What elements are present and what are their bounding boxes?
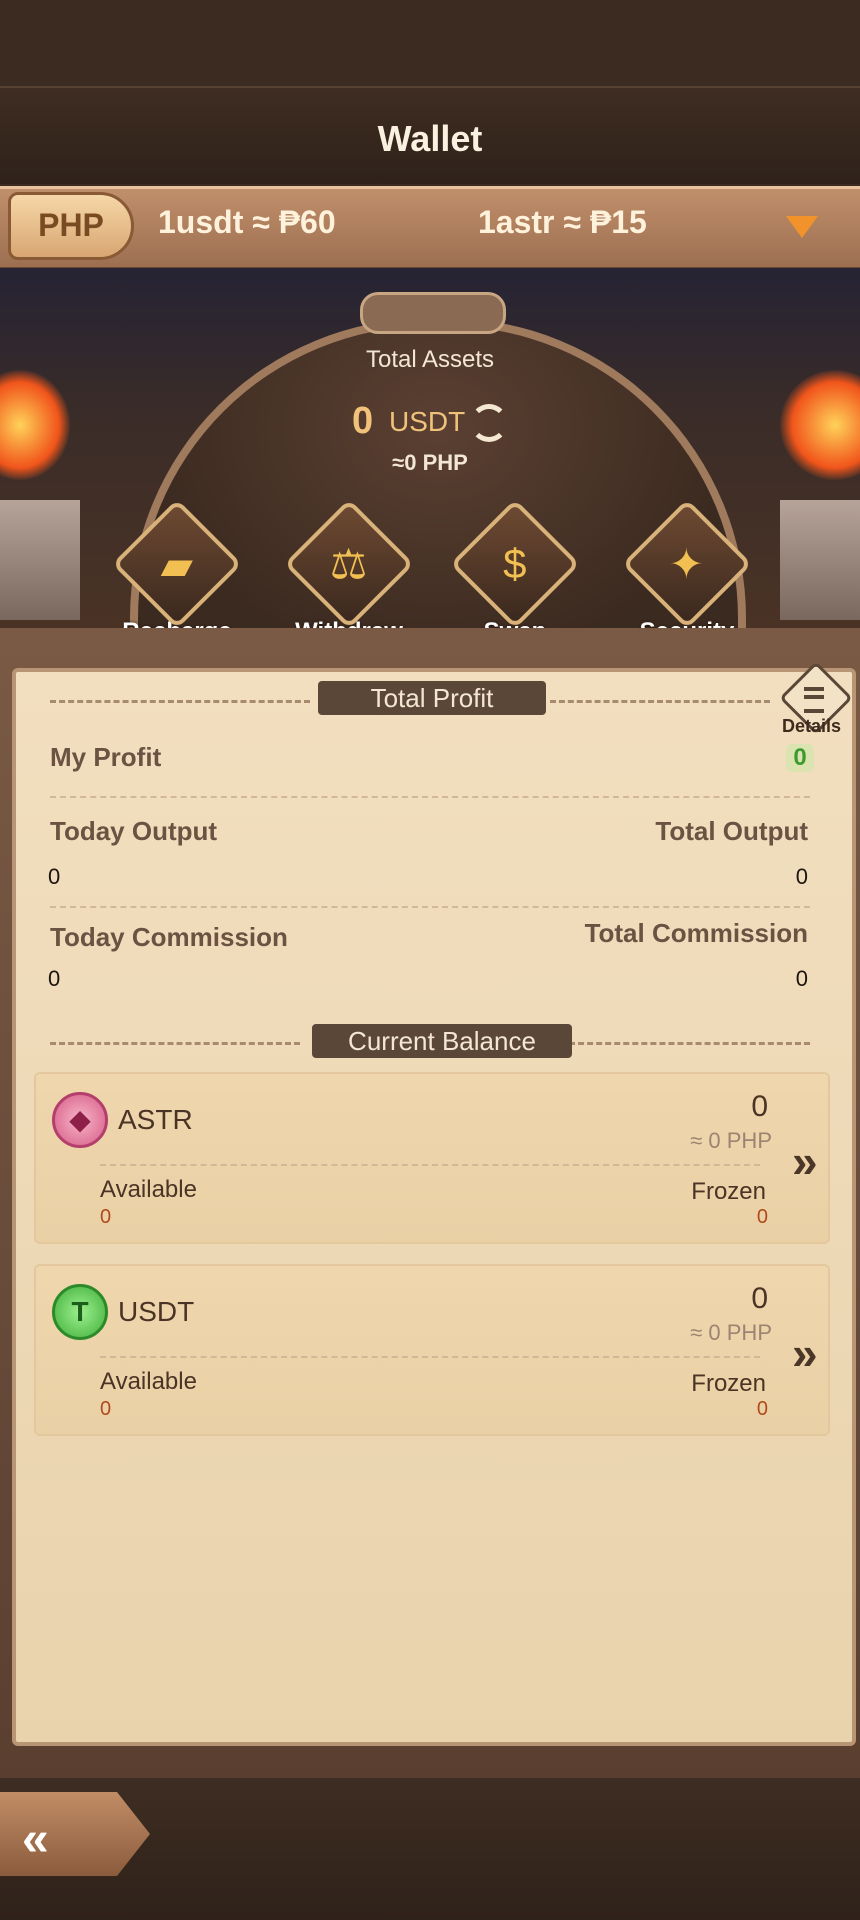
today-commission-value: 0: [48, 966, 61, 991]
withdraw-button[interactable]: ⚖ Withdraw: [274, 498, 424, 646]
total-profit-title: Total Profit: [318, 681, 546, 715]
total-commission-label: Total Commission: [584, 918, 808, 948]
available-value: 0: [100, 1398, 112, 1420]
chevron-right-icon[interactable]: »: [792, 1134, 818, 1188]
pillar-right-decoration: [780, 500, 860, 620]
currency-selector[interactable]: PHP: [8, 192, 134, 260]
my-profit-value: 0: [786, 744, 814, 772]
today-output-value: 0: [48, 864, 61, 889]
rate-usdt: 1usdt ≈ ₱60: [158, 204, 336, 240]
asset-name: ASTR: [118, 1104, 193, 1135]
list-icon: [804, 687, 824, 713]
total-assets-amount: 0: [352, 400, 374, 442]
available-label: Available: [100, 1368, 197, 1395]
today-commission-label: Today Commission: [50, 922, 288, 952]
frozen-value: 0: [756, 1398, 768, 1420]
back-arrow-icon[interactable]: «: [22, 1812, 49, 1867]
row-divider: [100, 1356, 760, 1358]
divider: [550, 700, 770, 703]
gold-bars-icon: ▰: [111, 498, 243, 630]
recharge-button[interactable]: ▰ Recharge: [102, 498, 252, 646]
chevron-right-icon[interactable]: »: [792, 1326, 818, 1380]
refresh-icon[interactable]: [470, 404, 508, 442]
frozen-value: 0: [756, 1206, 768, 1228]
total-output-label: Total Output: [655, 816, 808, 846]
today-output-label: Today Output: [50, 816, 218, 846]
list-icon-line: [804, 695, 824, 699]
divider: [50, 700, 310, 703]
total-assets-php: ≈0 PHP: [392, 450, 468, 475]
astr-coin-icon: ◆: [52, 1092, 108, 1148]
security-button[interactable]: ✦ Security: [612, 498, 762, 646]
row-divider: [50, 906, 810, 908]
current-balance-title: Current Balance: [312, 1024, 572, 1058]
total-assets-label: Total Assets: [365, 346, 495, 373]
available-label: Available: [100, 1176, 197, 1203]
usdt-coin-icon: T: [52, 1284, 108, 1340]
divider: [560, 1042, 810, 1045]
swap-button[interactable]: $ Swap: [440, 498, 590, 646]
shield-icon: ✦: [621, 498, 753, 630]
available-value: 0: [100, 1206, 112, 1228]
arch-crest-decoration: [360, 292, 506, 334]
caret-down-icon[interactable]: [786, 216, 818, 238]
total-assets-unit: USDT: [389, 406, 466, 437]
asset-php-equivalent: ≈ 0 PHP: [690, 1320, 772, 1345]
row-divider: [100, 1164, 760, 1166]
frozen-label: Frozen: [691, 1178, 766, 1205]
total-commission-value: 0: [795, 966, 808, 991]
pillar-left-decoration: [0, 500, 80, 620]
rate-astr: 1astr ≈ ₱15: [478, 204, 647, 240]
row-divider: [50, 796, 810, 798]
asset-amount: 0: [751, 1282, 768, 1315]
asset-php-equivalent: ≈ 0 PHP: [690, 1128, 772, 1153]
details-label[interactable]: Details: [782, 716, 841, 737]
frozen-label: Frozen: [691, 1370, 766, 1397]
page-title: Wallet: [377, 118, 483, 159]
scale-icon: ⚖: [283, 498, 415, 630]
my-profit-label: My Profit: [50, 742, 162, 772]
divider: [50, 1042, 300, 1045]
status-strip: [0, 0, 860, 88]
total-output-value: 0: [795, 864, 808, 889]
money-bag-icon: $: [449, 498, 581, 630]
asset-amount: 0: [751, 1090, 768, 1123]
asset-name: USDT: [118, 1296, 195, 1327]
